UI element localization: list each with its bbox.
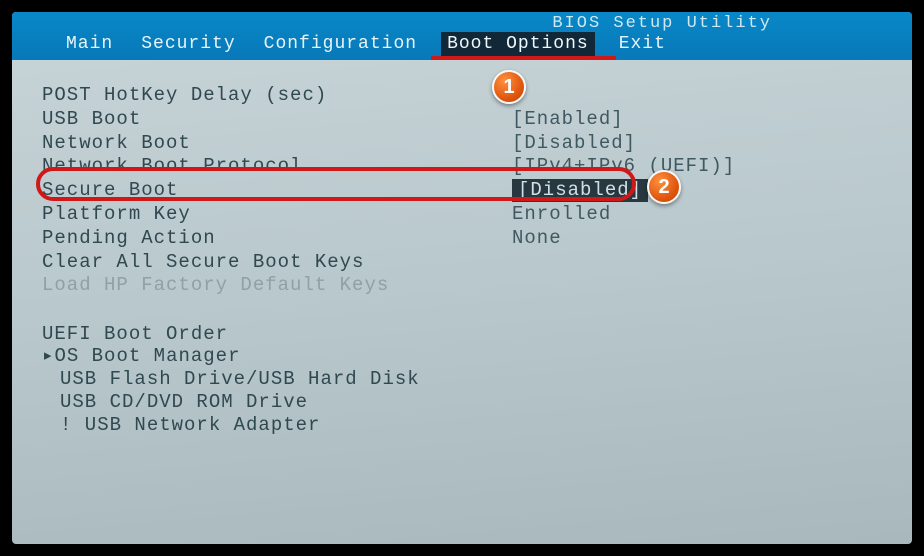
boot-order-os-boot-manager[interactable]: OS Boot Manager	[42, 345, 882, 368]
bios-content: POST HotKey Delay (sec) USB Boot [Enable…	[12, 60, 912, 460]
menu-main[interactable]: Main	[62, 32, 117, 56]
menu-bar: Main Security Configuration Boot Options…	[62, 32, 670, 56]
setting-label: Clear All Secure Boot Keys	[42, 251, 512, 274]
boot-order-usb-flash[interactable]: USB Flash Drive/USB Hard Disk	[42, 368, 882, 391]
setting-label: POST HotKey Delay (sec)	[42, 84, 512, 107]
setting-load-hp-default-keys: Load HP Factory Default Keys	[42, 274, 882, 297]
bios-screen: BIOS Setup Utility Main Security Configu…	[12, 12, 912, 544]
setting-label: Pending Action	[42, 227, 512, 250]
setting-label: Platform Key	[42, 203, 512, 226]
setting-platform-key[interactable]: Platform Key Enrolled	[42, 203, 882, 226]
setting-value: None	[512, 227, 562, 250]
bios-header: BIOS Setup Utility Main Security Configu…	[12, 12, 912, 60]
setting-clear-secure-boot-keys[interactable]: Clear All Secure Boot Keys	[42, 251, 882, 274]
setting-label: Load HP Factory Default Keys	[42, 274, 512, 297]
setting-usb-boot[interactable]: USB Boot [Enabled]	[42, 108, 882, 131]
setting-network-boot[interactable]: Network Boot [Disabled]	[42, 132, 882, 155]
menu-security[interactable]: Security	[137, 32, 239, 56]
menu-boot-options[interactable]: Boot Options	[441, 32, 595, 56]
boot-order-usb-cd-dvd[interactable]: USB CD/DVD ROM Drive	[42, 391, 882, 414]
setting-value: [Disabled]	[512, 179, 648, 202]
setting-label: USB Boot	[42, 108, 512, 131]
setting-value: [IPv4+IPv6 (UEFI)]	[512, 155, 735, 178]
annotation-badge-1: 1	[492, 70, 526, 104]
setting-network-boot-protocol[interactable]: Network Boot Protocol [IPv4+IPv6 (UEFI)]	[42, 155, 882, 178]
setting-label: Secure Boot	[42, 179, 512, 202]
annotation-badge-2: 2	[647, 170, 681, 204]
menu-configuration[interactable]: Configuration	[260, 32, 421, 56]
bios-title: BIOS Setup Utility	[552, 14, 772, 33]
menu-exit[interactable]: Exit	[615, 32, 670, 56]
setting-secure-boot[interactable]: Secure Boot [Disabled]	[42, 179, 882, 202]
setting-value: [Disabled]	[512, 132, 636, 155]
setting-label: Network Boot Protocol	[42, 155, 512, 178]
boot-order-usb-network[interactable]: ! USB Network Adapter	[42, 414, 882, 437]
boot-order-title: UEFI Boot Order	[42, 323, 882, 345]
setting-pending-action[interactable]: Pending Action None	[42, 227, 882, 250]
setting-value: [Enabled]	[512, 108, 624, 131]
setting-label: Network Boot	[42, 132, 512, 155]
boot-order-section: UEFI Boot Order OS Boot Manager USB Flas…	[42, 323, 882, 436]
setting-post-hotkey-delay[interactable]: POST HotKey Delay (sec)	[42, 84, 882, 107]
setting-value: Enrolled	[512, 203, 611, 226]
